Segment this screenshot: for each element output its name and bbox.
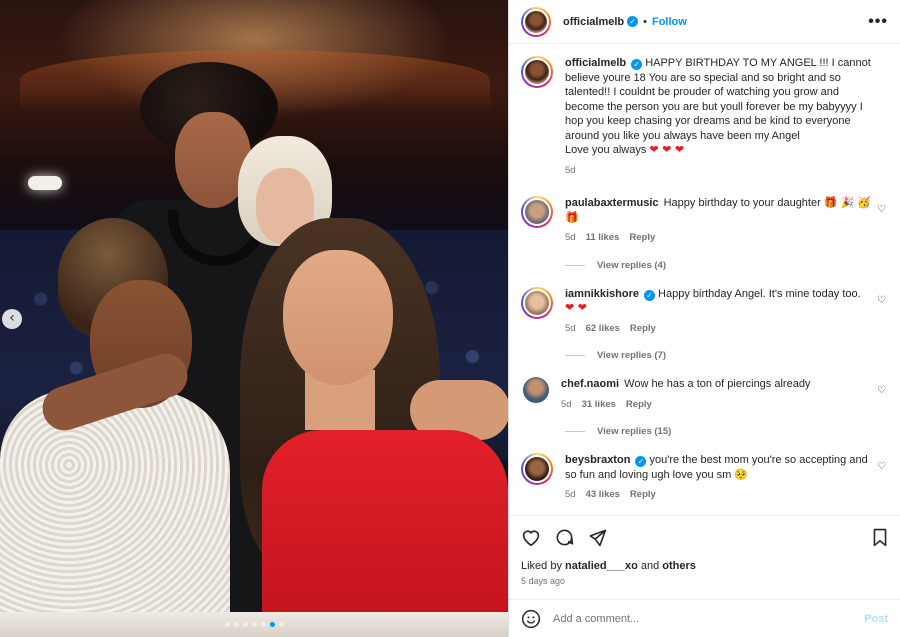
- like-heart-icon[interactable]: [521, 528, 541, 546]
- like-comment-icon[interactable]: ♡: [877, 295, 886, 306]
- caption-line2: Love you always: [565, 144, 647, 156]
- divider: [565, 264, 585, 266]
- liked-by-others[interactable]: others: [662, 560, 696, 572]
- comment: iamnikkishore ✓ Happy birthday Angel. It'…: [521, 286, 888, 337]
- divider: [565, 355, 585, 356]
- comment-age: 5d: [565, 232, 576, 243]
- red-dress: [262, 430, 508, 620]
- reply-button[interactable]: Reply: [630, 322, 656, 337]
- comments-scroll[interactable]: officialmelb ✓ HAPPY BIRTHDAY TO MY ANGEL…: [509, 44, 900, 515]
- comment-username[interactable]: chef.naomi: [561, 378, 619, 390]
- carousel-dot[interactable]: [251, 622, 257, 627]
- avatar[interactable]: [521, 6, 551, 37]
- more-options-icon[interactable]: •••: [868, 13, 888, 31]
- post-comment-button[interactable]: Post: [864, 613, 888, 625]
- view-replies-label: View replies (7): [597, 350, 666, 361]
- add-comment-input[interactable]: [553, 612, 865, 625]
- verified-icon: ✓: [643, 289, 655, 301]
- post-side-panel: officialmelb ✓ • Follow ••• officialmelb…: [508, 0, 900, 637]
- comment-likes[interactable]: 31 likes: [582, 398, 616, 413]
- caption-age: 5d: [565, 164, 576, 176]
- view-replies-label: View replies (15): [597, 426, 672, 437]
- emoji-smiley-icon[interactable]: [521, 609, 541, 629]
- like-comment-icon[interactable]: ♡: [877, 204, 886, 215]
- verified-icon: ✓: [635, 456, 647, 467]
- share-paper-plane-icon[interactable]: [588, 528, 607, 547]
- comment-likes[interactable]: 11 likes: [586, 231, 620, 246]
- comment: paulabaxtermusic Happy birthday to your …: [521, 196, 888, 246]
- view-replies-button[interactable]: View replies (7): [565, 350, 888, 361]
- heart-emoji: ❤ ❤: [565, 301, 587, 314]
- liked-by-prefix: Liked by: [521, 560, 562, 572]
- like-comment-icon[interactable]: ♡: [877, 461, 886, 472]
- verified-icon: ✓: [631, 59, 643, 70]
- divider: [565, 431, 585, 432]
- liked-by: Liked by natalied___xo and others: [521, 560, 888, 572]
- comment-age: 5d: [565, 322, 576, 334]
- post-photo[interactable]: ‹: [0, 0, 508, 637]
- caption-username[interactable]: officialmelb: [565, 57, 626, 69]
- comment-text: Happy birthday Angel. It's mine today to…: [658, 287, 861, 300]
- heart-emoji: ❤ ❤ ❤: [649, 143, 685, 156]
- comment-username[interactable]: paulabaxtermusic: [565, 197, 659, 209]
- separator: •: [643, 15, 647, 28]
- verified-icon: ✓: [627, 16, 639, 27]
- comment-age: 5d: [565, 489, 576, 500]
- avatar[interactable]: [521, 286, 553, 319]
- instagram-post-view: ‹ officialmelb ✓ • Follow ••• officialme…: [0, 0, 900, 637]
- post-header: officialmelb ✓ • Follow •••: [509, 0, 900, 44]
- carousel-dot[interactable]: [278, 622, 284, 627]
- comment-likes[interactable]: 62 likes: [586, 322, 620, 337]
- carousel-dots: [0, 622, 508, 627]
- comment-bubble-icon[interactable]: [555, 528, 574, 547]
- header-username[interactable]: officialmelb: [563, 16, 624, 28]
- bookmark-icon[interactable]: [872, 528, 888, 547]
- reply-button[interactable]: Reply: [630, 488, 656, 503]
- avatar[interactable]: [521, 453, 553, 485]
- white-lace-dress: [0, 390, 230, 637]
- comment-likes[interactable]: 43 likes: [586, 488, 620, 503]
- avatar[interactable]: [523, 377, 549, 403]
- comment-text: Wow he has a ton of piercings already: [624, 378, 811, 390]
- view-replies-button[interactable]: View replies (15): [565, 426, 888, 437]
- caption-text: HAPPY BIRTHDAY TO MY ANGEL !!! I cannot …: [565, 57, 871, 142]
- comment: beysbraxton ✓ you're the best mom you're …: [521, 453, 888, 503]
- comment-username[interactable]: iamnikkishore: [565, 288, 639, 300]
- stage-light: [28, 176, 62, 190]
- add-comment-bar: Post: [509, 599, 900, 637]
- carousel-dot[interactable]: [269, 622, 275, 627]
- carousel-dot[interactable]: [233, 622, 239, 627]
- carousel-prev-button[interactable]: ‹: [2, 309, 22, 329]
- caption: officialmelb ✓ HAPPY BIRTHDAY TO MY ANGEL…: [521, 56, 888, 178]
- avatar[interactable]: [521, 56, 553, 88]
- carousel-dot[interactable]: [224, 622, 230, 627]
- view-replies-label: View replies (4): [597, 259, 666, 271]
- comment-username[interactable]: beysbraxton: [565, 454, 630, 466]
- post-time: 5 days ago: [521, 576, 566, 586]
- comment-age: 5d: [561, 398, 572, 410]
- comment: chef.naomi Wow he has a ton of piercings…: [521, 377, 888, 412]
- view-replies-button[interactable]: View replies (4): [565, 260, 888, 271]
- liked-by-and: and: [640, 560, 660, 572]
- carousel-dot[interactable]: [260, 622, 266, 627]
- liked-by-user[interactable]: natalied___xo: [565, 560, 638, 572]
- like-comment-icon[interactable]: ♡: [877, 385, 886, 396]
- reply-button[interactable]: Reply: [629, 231, 655, 246]
- follow-button[interactable]: Follow: [652, 16, 687, 28]
- person-woman-right-face: [283, 250, 393, 385]
- reply-button[interactable]: Reply: [626, 398, 652, 413]
- avatar[interactable]: [521, 196, 553, 228]
- post-actions: Liked by natalied___xo and others 5 days…: [509, 515, 900, 590]
- carousel-dot[interactable]: [242, 622, 248, 627]
